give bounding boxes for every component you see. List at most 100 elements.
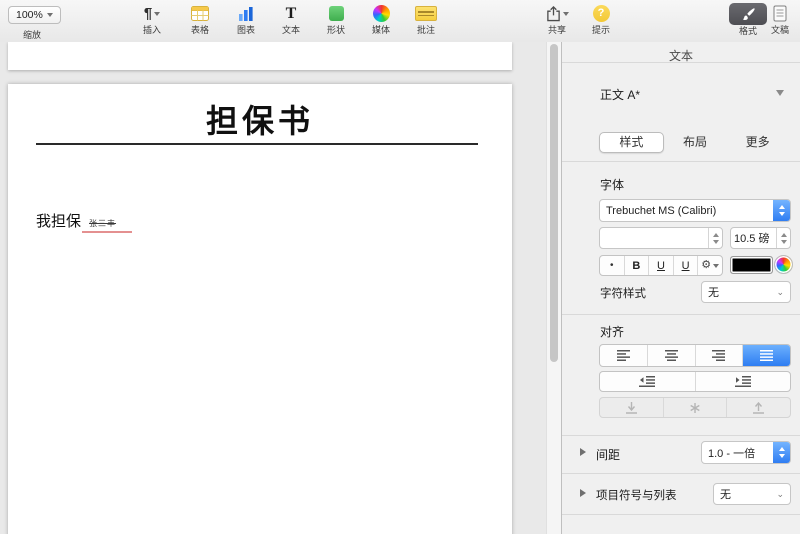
indent-icon bbox=[734, 376, 751, 387]
chart-button[interactable]: 图表 bbox=[223, 3, 269, 35]
comment-label: 批注 bbox=[416, 25, 435, 35]
tab-style[interactable]: 样式 bbox=[599, 132, 664, 153]
color-wheel-icon[interactable] bbox=[774, 255, 793, 274]
stepper-icon[interactable] bbox=[773, 200, 790, 221]
disclosure-triangle-icon[interactable] bbox=[580, 489, 586, 497]
increase-indent-button[interactable] bbox=[694, 372, 791, 391]
align-left-button[interactable] bbox=[600, 345, 647, 366]
chevron-down-icon bbox=[154, 11, 161, 16]
chevron-down-icon bbox=[713, 263, 720, 268]
insert-button[interactable]: ¶ 插入 bbox=[129, 3, 175, 35]
align-left-icon bbox=[616, 350, 630, 361]
baseline-asterisk-button[interactable] bbox=[662, 398, 727, 417]
media-label: 媒体 bbox=[371, 25, 390, 35]
vertical-scrollbar[interactable] bbox=[546, 42, 561, 534]
inspector-tabs: 样式 布局 更多 bbox=[599, 132, 789, 153]
asterisk-icon bbox=[690, 402, 700, 413]
text-button[interactable]: T 文本 bbox=[268, 3, 314, 35]
zoom-value: 100% bbox=[16, 9, 43, 21]
body-text: 我担保 张三丰 bbox=[36, 210, 116, 231]
document-button[interactable]: 文稿 bbox=[760, 3, 800, 35]
pages-window: 100% 缩放 ¶ 插入 表格 图表 T 文本 形状 媒体 批注 共享 ? 提示… bbox=[0, 0, 800, 534]
media-button[interactable]: 媒体 bbox=[358, 3, 404, 35]
stepper-icon[interactable] bbox=[708, 228, 722, 248]
table-label: 表格 bbox=[190, 25, 209, 35]
align-right-icon bbox=[712, 350, 726, 361]
tab-layout[interactable]: 布局 bbox=[664, 132, 727, 153]
body-text-run: 我担保 bbox=[36, 214, 82, 230]
triangle-down-icon[interactable] bbox=[776, 90, 784, 96]
text-label: 文本 bbox=[281, 25, 300, 35]
title-underline bbox=[36, 143, 478, 145]
pilcrow-icon: ¶ bbox=[143, 5, 153, 22]
comment-button[interactable]: 批注 bbox=[403, 3, 449, 35]
arrow-down-to-line-icon bbox=[625, 401, 637, 414]
share-label: 共享 bbox=[547, 25, 566, 35]
text-options-gear-button[interactable]: ⚙ bbox=[697, 256, 722, 275]
indent-buttons bbox=[599, 371, 791, 392]
toolbar: 100% 缩放 ¶ 插入 表格 图表 T 文本 形状 媒体 批注 共享 ? 提示… bbox=[0, 0, 800, 43]
raise-from-baseline-button[interactable] bbox=[726, 398, 790, 417]
bold-button[interactable]: B bbox=[623, 256, 649, 275]
divider bbox=[562, 435, 800, 436]
stepper-icon[interactable] bbox=[773, 442, 790, 463]
outdent-icon bbox=[639, 376, 656, 387]
divider bbox=[562, 161, 800, 162]
char-style-value: 无 bbox=[708, 287, 719, 299]
question-icon: ? bbox=[592, 5, 610, 22]
tips-label: 提示 bbox=[591, 25, 610, 35]
font-family-value: Trebuchet MS (Calibri) bbox=[606, 204, 717, 217]
shape-label: 形状 bbox=[326, 25, 345, 35]
alignment-buttons bbox=[599, 344, 791, 367]
format-inspector: 文本 正文 A* 样式 布局 更多 字体 Trebuchet MS (Calib… bbox=[561, 42, 800, 534]
font-variant-dropdown[interactable] bbox=[599, 227, 723, 249]
disclosure-triangle-icon[interactable] bbox=[580, 448, 586, 456]
gear-icon: ⚙ bbox=[701, 259, 712, 271]
bullets-label: 项目符号与列表 bbox=[596, 490, 677, 502]
align-center-icon bbox=[664, 350, 678, 361]
page[interactable]: 担保书 我担保 张三丰 bbox=[8, 84, 512, 534]
spacing-dropdown[interactable]: 1.0 - 一倍 bbox=[701, 441, 791, 464]
document-label: 文稿 bbox=[770, 25, 789, 35]
paragraph-style[interactable]: 正文 A* bbox=[600, 86, 640, 103]
divider bbox=[562, 314, 800, 315]
share-button[interactable]: 共享 bbox=[532, 3, 582, 35]
spellcheck-underline bbox=[82, 231, 132, 233]
previous-page-bottom[interactable] bbox=[8, 42, 512, 70]
text-color-well[interactable] bbox=[730, 256, 773, 274]
chart-label: 图表 bbox=[236, 25, 255, 35]
bullets-dropdown[interactable]: 无 ⌄ bbox=[713, 483, 791, 505]
align-justify-icon bbox=[760, 350, 774, 361]
decrease-indent-button[interactable] bbox=[600, 372, 695, 391]
insert-label: 插入 bbox=[142, 25, 161, 35]
align-center-button[interactable] bbox=[646, 345, 695, 366]
drop-to-baseline-button[interactable] bbox=[600, 398, 663, 417]
chevron-down-icon: ⌄ bbox=[776, 488, 784, 499]
align-justify-button[interactable] bbox=[742, 345, 790, 366]
divider bbox=[562, 62, 800, 63]
tab-more[interactable]: 更多 bbox=[726, 132, 789, 153]
shape-icon bbox=[328, 6, 344, 21]
font-size-value: 10.5 磅 bbox=[734, 233, 770, 245]
stepper-icon[interactable] bbox=[776, 228, 790, 248]
font-section-label: 字体 bbox=[600, 178, 625, 192]
comment-icon bbox=[415, 6, 437, 21]
divider bbox=[562, 473, 800, 474]
chevron-down-icon bbox=[562, 11, 569, 16]
shape-button[interactable]: 形状 bbox=[313, 3, 359, 35]
tips-button[interactable]: ? 提示 bbox=[578, 3, 624, 35]
zoom-dropdown[interactable]: 100% bbox=[8, 6, 61, 24]
align-right-button[interactable] bbox=[694, 345, 743, 366]
underline-button[interactable]: U bbox=[648, 256, 673, 275]
dot-style-button[interactable]: • bbox=[600, 256, 624, 275]
document-canvas: 担保书 我担保 张三丰 bbox=[0, 42, 561, 534]
bullets-value: 无 bbox=[720, 489, 731, 501]
font-size-field[interactable]: 10.5 磅 bbox=[730, 227, 791, 249]
paintbrush-icon bbox=[742, 7, 755, 20]
scrollbar-thumb[interactable] bbox=[550, 44, 558, 362]
underline2-button[interactable]: U bbox=[672, 256, 698, 275]
char-style-dropdown[interactable]: 无 ⌄ bbox=[701, 281, 791, 303]
chevron-down-icon: ⌄ bbox=[776, 286, 784, 297]
font-family-dropdown[interactable]: Trebuchet MS (Calibri) bbox=[599, 199, 791, 222]
table-button[interactable]: 表格 bbox=[177, 3, 223, 35]
